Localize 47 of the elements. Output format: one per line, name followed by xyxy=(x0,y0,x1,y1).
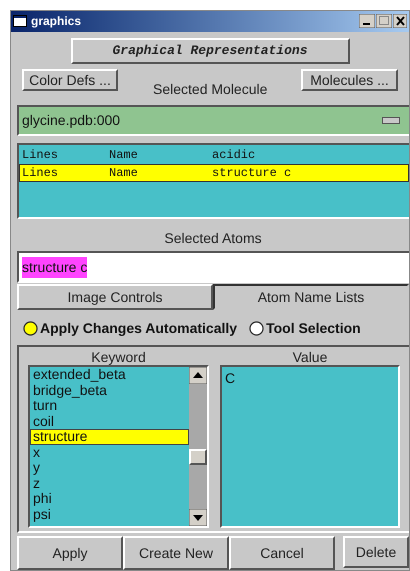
window-title: graphics xyxy=(31,13,82,30)
scroll-down-icon[interactable] xyxy=(189,509,207,526)
scrollbar[interactable] xyxy=(189,367,207,526)
close-icon[interactable] xyxy=(393,14,407,28)
representation-cell-text: Name xyxy=(109,146,139,164)
minimize-icon[interactable] xyxy=(359,14,375,28)
maximize-icon[interactable] xyxy=(376,14,392,28)
keyword-item[interactable]: structure xyxy=(30,429,189,445)
dropdown-indicator-icon xyxy=(382,116,400,124)
keyword-item[interactable]: extended_beta xyxy=(30,367,189,383)
tab[interactable]: Atom Name Lists xyxy=(213,284,409,310)
keyword-item[interactable]: y xyxy=(30,460,189,476)
color-defs-button[interactable]: Color Defs ... xyxy=(22,68,118,90)
window-icon xyxy=(13,15,27,28)
keyword-item[interactable]: turn xyxy=(30,398,189,414)
tab[interactable]: Image Controls xyxy=(17,284,213,310)
radio-option[interactable]: Tool Selection xyxy=(249,318,361,340)
scroll-thumb[interactable] xyxy=(189,449,207,466)
molecule-dropdown[interactable]: glycine.pdb:000 xyxy=(17,104,409,136)
keyword-item[interactable]: x xyxy=(30,444,189,460)
keyword-item[interactable]: coil xyxy=(30,414,189,430)
representation-row[interactable]: Lines Name acidic xyxy=(19,146,409,164)
keyword-item[interactable]: z xyxy=(30,476,189,492)
scroll-up-icon[interactable] xyxy=(189,367,207,384)
molecules-button[interactable]: Molecules ... xyxy=(301,68,398,90)
keyword-label: Keyword xyxy=(91,349,146,366)
representation-cell-text: Lines xyxy=(22,146,60,164)
keyword-item[interactable]: bridge_beta xyxy=(30,382,189,398)
representation-cell-text: acidic xyxy=(212,146,256,164)
value-item[interactable]: C xyxy=(225,369,395,388)
header-button[interactable]: Graphical Representations xyxy=(70,38,350,64)
representation-cell-text: Name xyxy=(109,164,139,182)
action-button[interactable]: Apply xyxy=(17,536,123,570)
action-button[interactable]: Cancel xyxy=(229,536,335,570)
keyword-item[interactable]: psi xyxy=(30,506,189,522)
representation-cell-text: Lines xyxy=(22,164,60,182)
action-button[interactable]: Create New xyxy=(123,536,229,570)
representation-cell-text: structure c xyxy=(212,164,292,182)
atom-selection-text: structure c xyxy=(22,256,88,278)
radio-option[interactable]: Apply Changes Automatically xyxy=(23,318,238,340)
value-label: Value xyxy=(292,349,328,366)
selected-atoms-label: Selected Atoms xyxy=(164,229,262,248)
action-button[interactable]: Delete xyxy=(343,536,409,568)
keyword-item[interactable]: phi xyxy=(30,491,189,507)
selected-molecule-label: Selected Molecule xyxy=(153,80,268,98)
representation-row[interactable]: Lines Name structure c xyxy=(19,164,409,182)
selected-atoms-field[interactable]: structure c xyxy=(17,251,409,284)
